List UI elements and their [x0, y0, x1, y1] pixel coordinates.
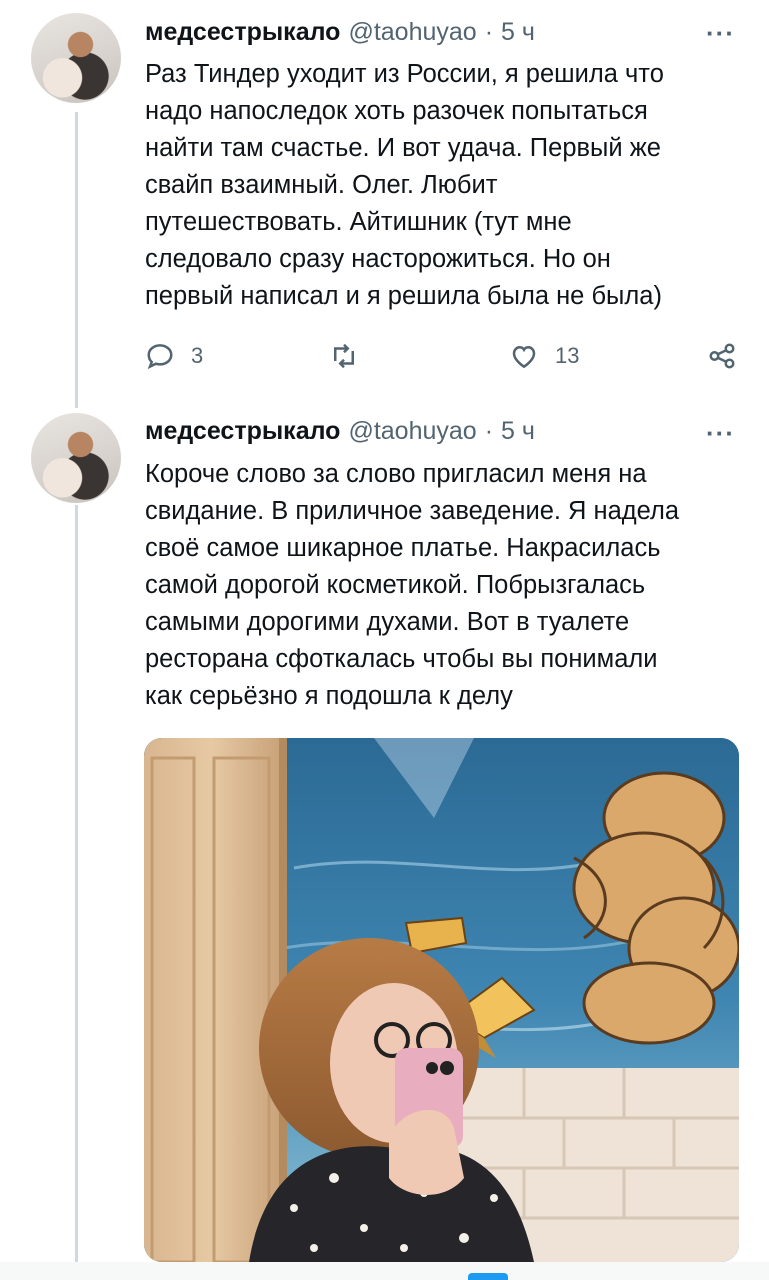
like-count: 13 [555, 343, 580, 368]
avatar[interactable] [31, 413, 121, 503]
tweet-actions: 3 13 [145, 336, 740, 376]
tweet-header: медсестрыкало @taohuyao · 5 ч [145, 15, 535, 49]
photo-illustration [144, 738, 739, 1262]
timestamp[interactable]: 5 ч [501, 18, 535, 47]
separator-dot: · [484, 17, 494, 46]
tweet-text: Раз Тиндер уходит из России, я решила чт… [145, 60, 664, 310]
avatar[interactable] [31, 13, 121, 103]
bottom-bar [0, 1262, 769, 1280]
thread-line [75, 505, 78, 1280]
thread-line [75, 112, 78, 408]
more-options-icon[interactable]: ··· [706, 418, 735, 449]
separator-dot: · [484, 416, 494, 445]
share-button[interactable] [707, 336, 737, 376]
more-options-icon[interactable]: ··· [706, 18, 735, 49]
author-handle[interactable]: @taohuyao [348, 18, 476, 47]
tweet-header: медсестрыкало @taohuyao · 5 ч [145, 414, 535, 448]
retweet-icon [334, 343, 354, 369]
timestamp[interactable]: 5 ч [501, 417, 535, 446]
tweet-photo[interactable] [144, 738, 739, 1262]
heart-icon [512, 345, 536, 369]
scroll-indicator [468, 1273, 508, 1280]
author-name[interactable]: медсестрыкало [145, 18, 340, 47]
reply-count: 3 [191, 343, 204, 368]
reply-button[interactable]: 3 [145, 336, 203, 376]
tweet-text: Короче слово за слово пригласил меня на … [145, 460, 680, 710]
reply-icon [147, 344, 173, 370]
share-icon [709, 343, 735, 369]
like-button[interactable]: 13 [509, 336, 579, 376]
author-name[interactable]: медсестрыкало [145, 417, 340, 446]
author-handle[interactable]: @taohuyao [348, 417, 476, 446]
retweet-button[interactable] [329, 336, 359, 376]
